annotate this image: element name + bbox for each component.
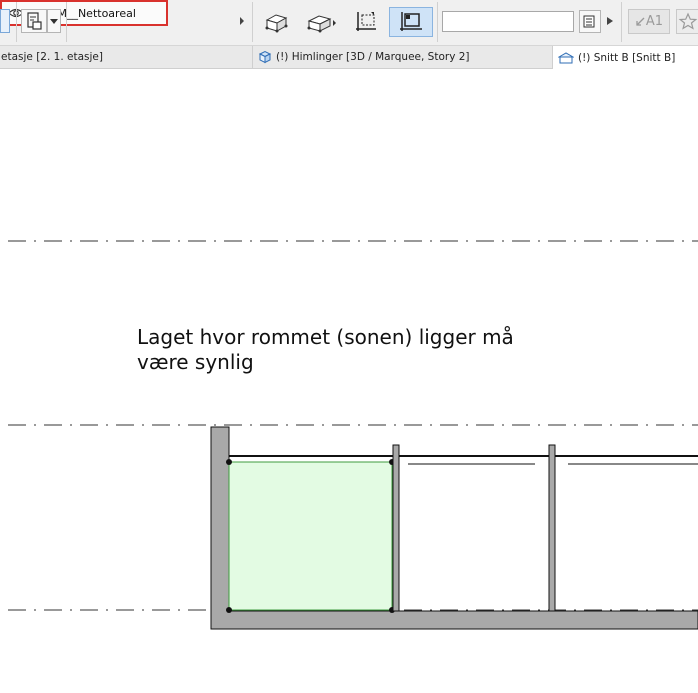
partition-wall-section[interactable] (392, 444, 400, 612)
3d-window-icon (258, 50, 272, 64)
layout-book-button[interactable] (21, 9, 47, 33)
tab-floor-plan[interactable]: etasje [2. 1. etasje] (0, 46, 250, 68)
find-input[interactable] (442, 11, 574, 32)
3d-perspective-icon (307, 15, 336, 33)
zone-vertex-handle[interactable] (226, 607, 232, 613)
tab-3d-ceilings[interactable]: (!) Himlinger [3D / Marquee, Story 2] (252, 46, 548, 68)
tab-label: (!) Himlinger [3D / Marquee, Story 2] (276, 51, 470, 63)
section-drawing-canvas[interactable] (0, 68, 698, 693)
star-icon (678, 12, 698, 30)
zone-vertex-handle[interactable] (226, 459, 232, 465)
3d-perspective-view-button[interactable] (305, 8, 337, 36)
3d-box-icon (265, 14, 288, 33)
partition-wall-section[interactable] (548, 444, 556, 612)
fit-window-icon (356, 12, 376, 31)
find-options-button[interactable] (579, 10, 601, 33)
chevron-down-icon (50, 19, 58, 24)
fit-in-window-button[interactable] (352, 8, 380, 36)
find-arrow-icon[interactable] (606, 16, 614, 26)
annotation-text: Laget hvor rommet (sonen) ligger må være… (137, 325, 514, 374)
zone-room-fill[interactable] (228, 461, 393, 611)
list-icon (583, 15, 595, 28)
marquee-view-button[interactable] (389, 7, 433, 37)
tab-label: (!) Snitt B [Snitt B] (578, 51, 676, 64)
layout-dropdown-button[interactable] (47, 9, 61, 33)
partial-tool-button[interactable] (0, 9, 10, 33)
resize-arrow-icon (636, 17, 645, 26)
toolbar-divider (621, 2, 622, 42)
toolbar-divider (66, 2, 67, 42)
layout-icon (27, 12, 42, 30)
marquee-fit-icon (400, 12, 422, 31)
3d-parallel-view-button[interactable] (262, 8, 292, 36)
tab-section-b[interactable]: (!) Snitt B [Snitt B] (552, 46, 698, 69)
toolbar-divider (16, 2, 17, 42)
toolbar-divider (437, 2, 438, 42)
layout-size-button[interactable]: A1 (628, 9, 670, 34)
tab-label: etasje [2. 1. etasje] (1, 51, 103, 63)
toolbar-divider (252, 2, 253, 42)
toolbar: 862- M__Nettoareal A1 (0, 0, 698, 46)
section-view-icon (558, 51, 574, 63)
layer-combination-arrow-icon[interactable] (240, 17, 244, 25)
favorites-button[interactable] (676, 9, 698, 34)
layout-size-label: A1 (645, 14, 664, 29)
view-tab-bar: etasje [2. 1. etasje] (!) Himlinger [3D … (0, 46, 698, 69)
